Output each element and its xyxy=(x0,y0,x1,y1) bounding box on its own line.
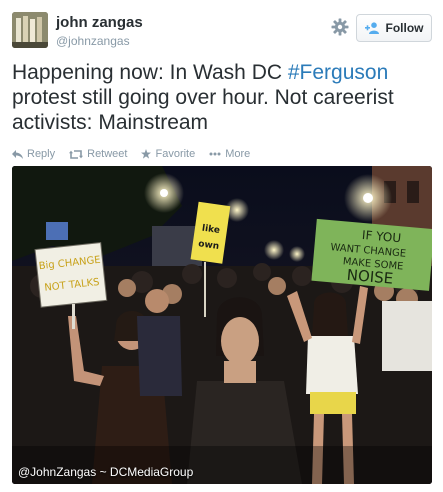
follow-button-label: Follow xyxy=(385,21,424,35)
photo-credit: @JohnZangas ~ DCMediaGroup xyxy=(18,465,194,479)
favorite-action[interactable]: Favorite xyxy=(141,148,195,160)
retweet-icon xyxy=(69,149,84,159)
user-display-name[interactable]: john zangas xyxy=(56,14,143,31)
retweet-action[interactable]: Retweet xyxy=(69,148,127,160)
protest-photo-illustration: Big CHANGE NOT TALKS like own IF YOU WAN… xyxy=(12,166,432,484)
tweet-actions: Reply Retweet Favorite More xyxy=(12,146,250,162)
more-action[interactable]: More xyxy=(209,148,250,160)
reply-label: Reply xyxy=(27,148,56,160)
hashtag-link[interactable]: #Ferguson xyxy=(288,61,388,84)
retweet-label: Retweet xyxy=(87,148,128,160)
settings-gear-icon[interactable] xyxy=(331,18,349,36)
reply-action[interactable]: Reply xyxy=(12,148,55,160)
avatar[interactable] xyxy=(12,12,48,48)
tweet-text: Happening now: In Wash DC #Ferguson prot… xyxy=(12,60,432,135)
follow-button[interactable]: Follow xyxy=(356,14,432,42)
tweet-text-before: Happening now: In Wash DC xyxy=(12,61,288,84)
more-icon xyxy=(209,152,221,156)
more-label: More xyxy=(225,148,251,160)
favorite-star-icon xyxy=(141,149,152,159)
avatar-image xyxy=(12,12,48,48)
tweet-text-after: protest still going over hour. Not caree… xyxy=(12,86,394,134)
reply-icon xyxy=(12,149,23,159)
tweet-photo[interactable]: Big CHANGE NOT TALKS like own IF YOU WAN… xyxy=(12,166,432,484)
user-handle[interactable]: @johnzangas xyxy=(56,34,130,48)
favorite-label: Favorite xyxy=(155,148,196,160)
follow-person-icon xyxy=(364,22,379,34)
